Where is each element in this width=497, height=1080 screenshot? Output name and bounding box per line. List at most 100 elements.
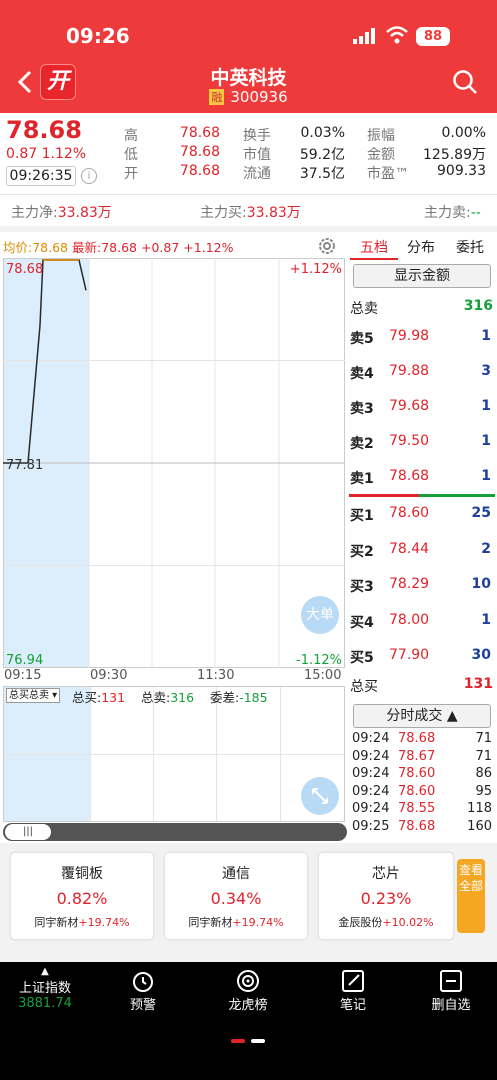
x-tick: 11:30 [197,668,235,683]
change-value: 0.87 [6,146,38,162]
sector-card[interactable]: 通信 0.34% 同宇新材+19.74% [165,853,307,939]
header-bar: 09:26 88 开 中英科技 融 300936 [0,0,497,113]
ask-row[interactable]: 卖1 78.68 1 [349,468,495,490]
chart-scrollbar[interactable]: ||| [3,823,347,841]
grid-line [280,687,281,821]
tab-orders[interactable]: 委托 [456,237,484,257]
alarm-clock-icon [133,972,153,992]
nav-dragon-tiger[interactable]: 龙虎榜 [208,962,288,1013]
ask-row[interactable]: 卖5 79.98 1 [349,328,495,350]
volume-select[interactable]: 总买总卖 ▾ [6,688,61,703]
quote-time-box: 09:26:35 [6,166,76,186]
bottom-nav: ▲ 上证指数 3881.74 预警 龙虎榜 笔记 删自选 [0,962,497,1080]
quote-field: 78.68 [179,125,220,141]
quote-field: 市值 [243,147,271,163]
divider [0,194,497,195]
intraday-chart[interactable]: 78.68 77.81 76.94 +1.12% -1.12% [3,258,345,668]
grid-line [4,754,344,755]
quote-field: 0.00% [441,125,486,141]
y-tick: 77.81 [6,458,43,473]
view-all-button[interactable]: 查看全部 [457,859,485,933]
signal-icon [353,28,377,44]
total-buy: 总买 131 [350,676,493,695]
quote-field: 流通 [243,166,271,182]
bid-row[interactable]: 买2 78.44 2 [349,541,495,563]
stock-code-line: 融 300936 [0,88,497,106]
chart-info: 均价:78.68 最新:78.68 +0.87 +1.12% [3,240,234,255]
ob-tabs: 五档 分布 委托 [349,232,497,260]
quote-time: 09:26:35 [9,168,73,184]
main-net-flow: 主力净:33.83万 [11,205,112,221]
big-order-button[interactable]: 大单 [301,596,339,634]
tick-row: 09:24 78.60 95 [352,783,492,799]
bid-row[interactable]: 买1 78.60 25 [349,505,495,527]
nav-notes[interactable]: 笔记 [313,962,393,1013]
quote-field: 909.33 [437,163,486,179]
scroll-handle[interactable]: ||| [5,824,51,840]
nav-index[interactable]: ▲ 上证指数 3881.74 [5,962,85,1011]
bid-row[interactable]: 买4 78.00 1 [349,612,495,634]
tab-distribution[interactable]: 分布 [407,237,435,257]
leading-stock: 同宇新材+19.74% [34,916,130,929]
y-tick-pct: -1.12% [296,653,342,668]
quote-field: 78.68 [179,163,220,179]
bid-row[interactable]: 买3 78.29 10 [349,576,495,598]
x-tick: 15:00 [304,668,342,683]
ask-row[interactable]: 卖2 79.50 1 [349,433,495,455]
quote-field: 市盈™ [367,166,409,182]
quote-field: 125.89万 [423,147,486,163]
tick-trades-button[interactable]: 分时成交 ▲ [353,704,491,728]
margin-badge: 融 [209,89,225,105]
quote-field: 59.2亿 [299,147,345,163]
y-tick: 78.68 [6,262,43,277]
ask-row[interactable]: 卖3 79.68 1 [349,398,495,420]
ask-row[interactable]: 卖4 79.88 3 [349,363,495,385]
show-amount-button[interactable]: 显示金额 [353,264,491,288]
wifi-icon [386,26,408,48]
stock-code: 300936 [230,88,288,106]
spread-line [349,494,495,497]
nav-alert[interactable]: 预警 [103,962,183,1013]
sector-card[interactable]: 覆铜板 0.82% 同宇新材+19.74% [11,853,153,939]
quote-field: 78.68 [179,144,220,160]
stock-name: 中英科技 [210,67,287,89]
tick-row: 09:24 78.68 71 [352,731,492,746]
info-icon[interactable]: i [81,168,97,184]
change-pct: 1.12% [41,146,87,162]
bid-row[interactable]: 买5 77.90 30 [349,647,495,669]
leading-stock: 同宇新材+19.74% [188,916,284,929]
tab-five-levels[interactable]: 五档 [360,237,388,257]
minus-box-icon [440,970,462,992]
up-triangle-icon: ▲ [41,966,49,977]
status-time: 09:26 [66,24,130,48]
time-axis: 09:15 09:30 11:30 15:00 [0,668,345,686]
x-tick: 09:15 [4,668,42,683]
quote-field: 金额 [367,147,395,163]
tick-row: 09:25 78.68 160 [352,818,492,834]
page-indicator [231,1039,267,1043]
quote-field: 换手 [243,128,271,144]
quote-field: 高 [124,128,138,144]
tab-underline [350,258,398,260]
battery-indicator: 88 [416,27,450,46]
target-icon [237,970,259,992]
tick-row: 09:24 78.60 86 [352,766,492,781]
y-tick: 76.94 [6,653,43,668]
main-sell-flow: 主力卖:-- [424,205,481,221]
price-change: 0.87 1.12% [6,146,86,162]
grid-line [216,687,217,821]
volume-panel: 总买总卖 ▾ 总买:131 总卖:316 委差:-185 [3,686,345,822]
tick-row: 09:24 78.55 118 [352,801,492,816]
expand-icon[interactable] [301,777,339,815]
quote-field: 开 [124,166,138,182]
last-price: 78.68 [6,116,82,144]
quote-field: 振幅 [367,128,395,144]
nav-remove-watchlist[interactable]: 删自选 [411,962,491,1013]
sector-card[interactable]: 芯片 0.23% 金辰股份+10.02% [319,853,453,939]
volume-stats: 总买:131 总卖:316 委差:-185 [72,690,268,705]
grid-line [153,687,154,821]
quote-field: 37.5亿 [299,166,345,182]
search-icon[interactable] [452,69,478,99]
edit-note-icon [342,970,364,992]
grid-line [90,687,91,821]
